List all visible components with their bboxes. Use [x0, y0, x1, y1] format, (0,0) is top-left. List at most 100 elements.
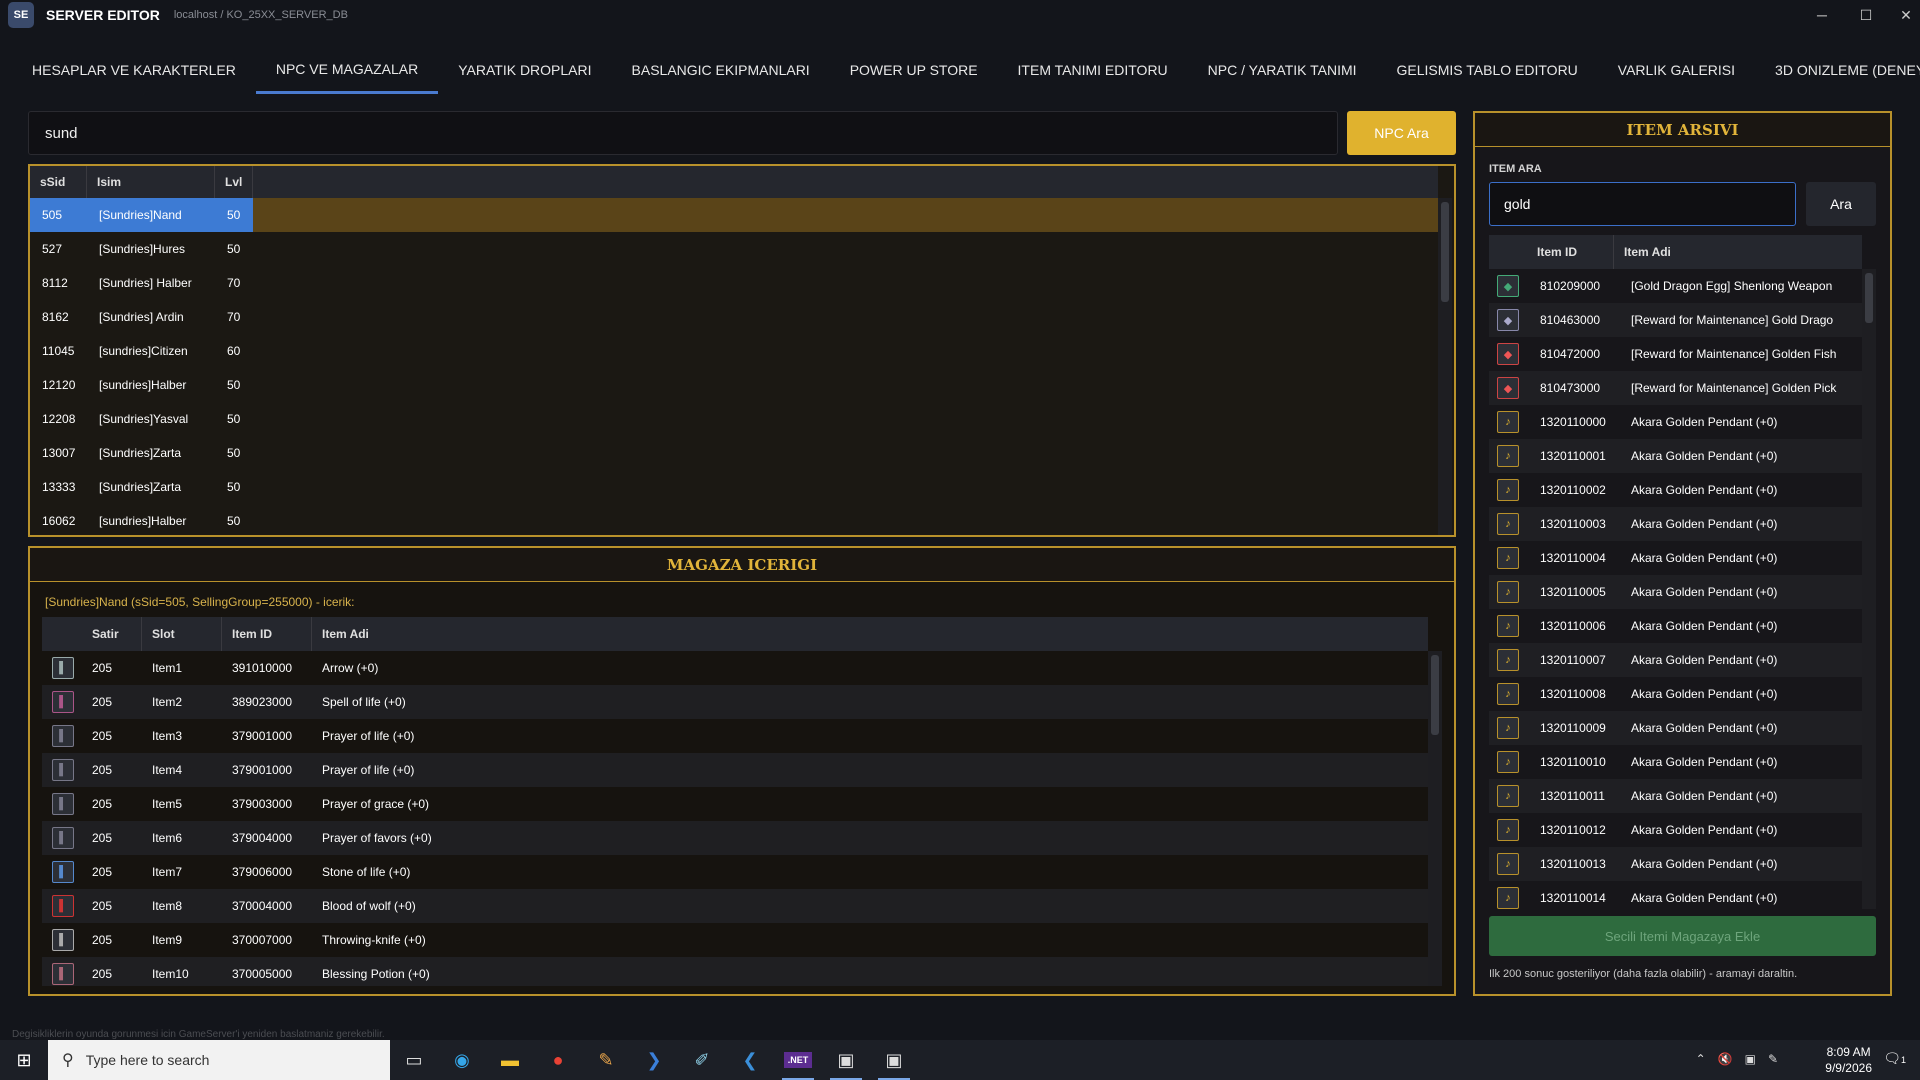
task-view-icon[interactable]: ▭ — [390, 1040, 438, 1080]
taskbar-clock[interactable]: 8:09 AM 9/9/2026 — [1825, 1044, 1872, 1076]
col-lvl[interactable]: Lvl — [215, 166, 253, 198]
archive-cell-item-id: 1320110002 — [1540, 483, 1606, 497]
vscode-icon[interactable]: ❮ — [726, 1040, 774, 1080]
notification-icon[interactable]: 🗨1 — [1883, 1050, 1906, 1067]
archive-table-row[interactable]: ♪ 1320110001 Akara Golden Pendant (+0) — [1489, 439, 1862, 473]
file-explorer-icon[interactable]: ▬ — [486, 1040, 534, 1080]
npc-table-row[interactable]: 8112 [Sundries] Halber 70 — [30, 266, 1438, 300]
archive-table-row[interactable]: ◆ 810472000 [Reward for Maintenance] Golde… — [1489, 337, 1862, 371]
archive-table-row[interactable]: ♪ 1320110006 Akara Golden Pendant (+0) — [1489, 609, 1862, 643]
npc-search-button[interactable]: NPC Ara — [1347, 111, 1456, 155]
archive-table-row[interactable]: ♪ 1320110012 Akara Golden Pendant (+0) — [1489, 813, 1862, 847]
tab-gelismis-tablo[interactable]: GELISMIS TABLO EDITORU — [1377, 46, 1598, 94]
npc-search-input[interactable]: sund — [28, 111, 1338, 155]
tab-varlik-galerisi[interactable]: VARLIK GALERISI — [1598, 46, 1755, 94]
edge-icon[interactable]: ◉ — [438, 1040, 486, 1080]
app-title: SERVER EDITOR — [46, 7, 160, 23]
paint-icon[interactable]: ✎ — [582, 1040, 630, 1080]
shop-scrollbar[interactable] — [1428, 651, 1442, 986]
shop-table-row[interactable]: ▌ 205 Item10 370005000 Blessing Potion (+0) — [42, 957, 1428, 986]
item-search-input[interactable]: gold — [1489, 182, 1796, 226]
col-item-adi[interactable]: Item Adi — [312, 617, 492, 651]
tray-icons[interactable]: ⌃🔇▣✎ — [1696, 1052, 1790, 1066]
shop-table-row[interactable]: ▌ 205 Item5 379003000 Prayer of grace (+0) — [42, 787, 1428, 821]
shop-table-row[interactable]: ▌ 205 Item7 379006000 Stone of life (+0) — [42, 855, 1428, 889]
tab-3d-onizleme[interactable]: 3D ONIZLEME (DENEYSEL) — [1755, 46, 1920, 94]
col-arch-item-id[interactable]: Item ID — [1527, 235, 1614, 269]
item-archive-panel: ITEM ARSIVI ITEM ARA gold Ara Item ID It… — [1473, 111, 1892, 996]
archive-table-row[interactable]: ♪ 1320110010 Akara Golden Pendant (+0) — [1489, 745, 1862, 779]
tab-hesaplar[interactable]: HESAPLAR VE KARAKTERLER — [12, 46, 256, 94]
npc-table-row[interactable]: 12120 [sundries]Halber 50 — [30, 368, 1438, 402]
archive-table-row[interactable]: ♪ 1320110007 Akara Golden Pendant (+0) — [1489, 643, 1862, 677]
dotnet-icon[interactable]: .NET — [774, 1040, 822, 1080]
tab-yaratik-droplari[interactable]: YARATIK DROPLARI — [438, 46, 611, 94]
col-satir[interactable]: Satir — [82, 617, 142, 651]
archive-table-row[interactable]: ♪ 1320110005 Akara Golden Pendant (+0) — [1489, 575, 1862, 609]
add-item-to-shop-button[interactable]: Secili Itemi Magazaya Ekle — [1489, 916, 1876, 956]
archive-table-row[interactable]: ♪ 1320110011 Akara Golden Pendant (+0) — [1489, 779, 1862, 813]
npc-table-row[interactable]: 13007 [Sundries]Zarta 50 — [30, 436, 1438, 470]
tab-item-tanimi[interactable]: ITEM TANIMI EDITORU — [998, 46, 1188, 94]
archive-table-row[interactable]: ♪ 1320110008 Akara Golden Pendant (+0) — [1489, 677, 1862, 711]
shop-table-row[interactable]: ▌ 205 Item2 389023000 Spell of life (+0) — [42, 685, 1428, 719]
item-search-button[interactable]: Ara — [1806, 182, 1876, 226]
tab-npc-yaratik-tanimi[interactable]: NPC / YARATIK TANIMI — [1188, 46, 1377, 94]
col-arch-item-adi[interactable]: Item Adi — [1614, 235, 1814, 269]
archive-table-row[interactable]: ♪ 1320110004 Akara Golden Pendant (+0) — [1489, 541, 1862, 575]
archive-grid-header: Item ID Item Adi — [1489, 235, 1862, 269]
shop-scroll-thumb[interactable] — [1431, 655, 1439, 735]
col-ssid[interactable]: sSid — [30, 166, 87, 198]
npc-table-row[interactable]: 11045 [sundries]Citizen 60 — [30, 334, 1438, 368]
close-button[interactable]: ✕ — [1884, 0, 1920, 30]
archive-cell-item-adi: [Reward for Maintenance] Golden Pick — [1631, 381, 1837, 395]
archive-table-row[interactable]: ◆ 810473000 [Reward for Maintenance] Golde… — [1489, 371, 1862, 405]
archive-cell-item-adi: [Reward for Maintenance] Gold Drago — [1631, 313, 1834, 327]
npc-table-row[interactable]: 8162 [Sundries] Ardin 70 — [30, 300, 1438, 334]
shop-cell-slot: Item2 — [152, 695, 183, 709]
npc-table-row[interactable]: 12208 [Sundries]Yasval 50 — [30, 402, 1438, 436]
shop-table-row[interactable]: ▌ 205 Item4 379001000 Prayer of life (+0) — [42, 753, 1428, 787]
archive-table-row[interactable]: ♪ 1320110002 Akara Golden Pendant (+0) — [1489, 473, 1862, 507]
npc-table-row[interactable]: 13333 [Sundries]Zarta 50 — [30, 470, 1438, 504]
shop-table-row[interactable]: ▌ 205 Item1 391010000 Arrow (+0) — [42, 651, 1428, 685]
taskbar-search[interactable]: ⚲ Type here to search — [48, 1040, 390, 1080]
shop-table-row[interactable]: ▌ 205 Item9 370007000 Throwing-knife (+0) — [42, 923, 1428, 957]
npc-scrollbar[interactable] — [1438, 198, 1452, 535]
app-icon-1[interactable]: ▣ — [822, 1040, 870, 1080]
archive-cell-item-id: 1320110000 — [1540, 415, 1606, 429]
archive-table-row[interactable]: ♪ 1320110013 Akara Golden Pendant (+0) — [1489, 847, 1862, 881]
archive-table-row[interactable]: ♪ 1320110009 Akara Golden Pendant (+0) — [1489, 711, 1862, 745]
archive-cell-item-adi: Akara Golden Pendant (+0) — [1631, 653, 1778, 667]
archive-table-row[interactable]: ♪ 1320110014 Akara Golden Pendant (+0) — [1489, 881, 1862, 909]
archive-table-row[interactable]: ◆ 810209000 [Gold Dragon Egg] Shenlong Wea… — [1489, 269, 1862, 303]
powershell-icon[interactable]: ❯ — [630, 1040, 678, 1080]
maximize-button[interactable]: ☐ — [1844, 0, 1888, 30]
windows-start-icon[interactable]: ⊞ — [0, 1040, 48, 1080]
shop-table-row[interactable]: ▌ 205 Item8 370004000 Blood of wolf (+0) — [42, 889, 1428, 923]
minimize-button[interactable]: ─ — [1800, 0, 1844, 30]
shop-table-row[interactable]: ▌ 205 Item3 379001000 Prayer of life (+0) — [42, 719, 1428, 753]
tab-baslangic-ekipmanlari[interactable]: BASLANGIC EKIPMANLARI — [612, 46, 830, 94]
chrome-icon[interactable]: ● — [534, 1040, 582, 1080]
npc-table-row[interactable]: 505 [Sundries]Nand 50 — [30, 198, 1438, 232]
notepad-icon[interactable]: ✐ — [678, 1040, 726, 1080]
tab-power-up-store[interactable]: POWER UP STORE — [830, 46, 998, 94]
archive-scrollbar[interactable] — [1862, 269, 1876, 909]
col-slot[interactable]: Slot — [142, 617, 222, 651]
col-isim[interactable]: Isim — [87, 166, 215, 198]
shop-cell-item-adi: Prayer of life (+0) — [322, 763, 415, 777]
npc-scroll-thumb[interactable] — [1441, 202, 1449, 302]
shop-cell-item-id: 370005000 — [232, 967, 293, 981]
shop-table-row[interactable]: ▌ 205 Item6 379004000 Prayer of favors (+0) — [42, 821, 1428, 855]
archive-scroll-thumb[interactable] — [1865, 273, 1873, 323]
col-item-id[interactable]: Item ID — [222, 617, 312, 651]
app-icon-2[interactable]: ▣ — [870, 1040, 918, 1080]
npc-table-row[interactable]: 527 [Sundries]Hures 50 — [30, 232, 1438, 266]
archive-table-row[interactable]: ◆ 810463000 [Reward for Maintenance] Gold … — [1489, 303, 1862, 337]
archive-table-row[interactable]: ♪ 1320110003 Akara Golden Pendant (+0) — [1489, 507, 1862, 541]
tab-npc-magazalar[interactable]: NPC VE MAGAZALAR — [255, 46, 439, 94]
archive-table-row[interactable]: ♪ 1320110000 Akara Golden Pendant (+0) — [1489, 405, 1862, 439]
pendant-icon: ♪ — [1497, 819, 1519, 841]
npc-table-row[interactable]: 16062 [sundries]Halber 50 — [30, 504, 1438, 535]
